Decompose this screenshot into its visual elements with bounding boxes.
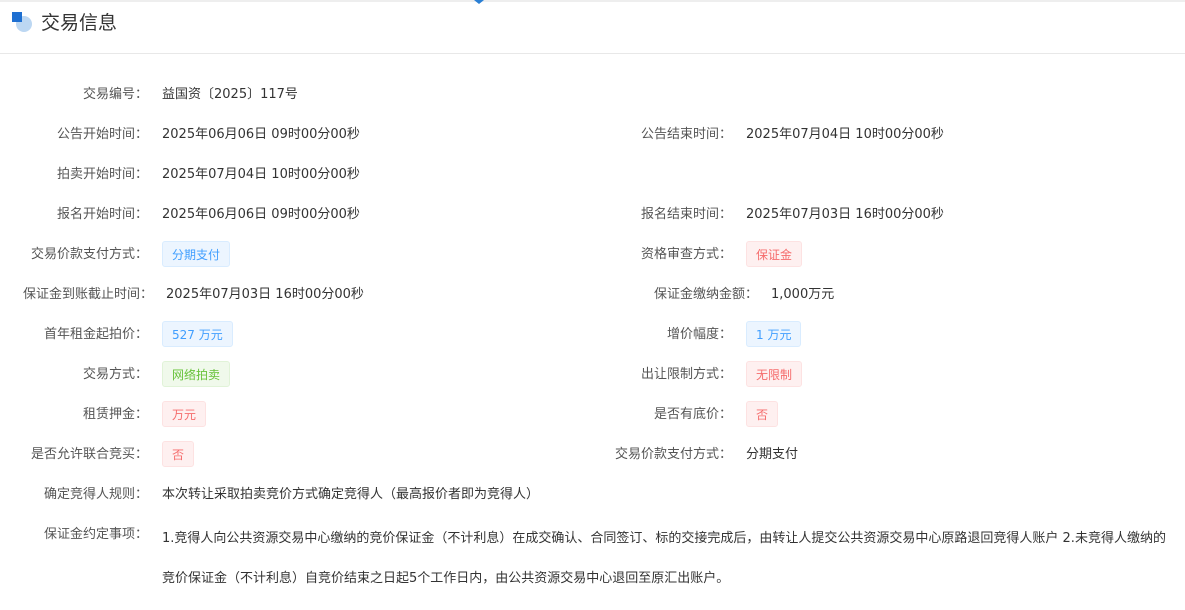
increment-label: 增价幅度：	[666, 327, 732, 342]
deposit-amount-label: 保证金缴纳金额：	[653, 287, 758, 302]
notice-end-value: 2025年07月04日 10时00分00秒	[746, 127, 944, 142]
payment-method-label: 交易价款支付方式：	[30, 247, 148, 262]
deposit-terms-label: 保证金约定事项：	[43, 527, 148, 542]
qualification-method-label: 资格审查方式：	[640, 247, 732, 262]
first-year-rent-label: 首年租金起拍价：	[43, 327, 148, 342]
first-year-rent-tag: 527 万元	[162, 321, 233, 347]
joint-bid-label: 是否允许联合竞买：	[30, 447, 148, 462]
deposit-deadline-label: 保证金到账截止时间：	[22, 287, 153, 302]
row-payment-qualification: 交易价款支付方式： 分期支付 资格审查方式： 保证金	[0, 240, 1185, 270]
signup-end-value: 2025年07月03日 16时00分00秒	[746, 207, 944, 222]
payment-method-2-value: 分期支付	[746, 447, 799, 462]
row-rent-increment: 首年租金起拍价： 527 万元 增价幅度： 1 万元	[0, 320, 1185, 350]
reserve-price-label: 是否有底价：	[653, 407, 732, 422]
row-signup-time: 报名开始时间： 2025年06月06日 09时00分00秒 报名结束时间： 20…	[0, 200, 1185, 230]
notice-start-value: 2025年06月06日 09时00分00秒	[162, 127, 360, 142]
qualification-method-tag: 保证金	[746, 241, 803, 267]
increment-tag: 1 万元	[746, 321, 802, 347]
auction-start-value: 2025年07月04日 10时00分00秒	[162, 167, 360, 182]
trade-no-value: 益国资〔2025〕117号	[162, 87, 298, 102]
transfer-limit-tag: 无限制	[746, 361, 803, 387]
signup-start-value: 2025年06月06日 09时00分00秒	[162, 207, 360, 222]
section-header: 交易信息	[0, 2, 1185, 54]
lease-deposit-label: 租赁押金：	[82, 407, 148, 422]
row-lease-deposit: 租赁押金： 万元 是否有底价： 否	[0, 400, 1185, 430]
row-winner-rule: 确定竞得人规则： 本次转让采取拍卖竞价方式确定竞得人（最高报价者即为竞得人）	[0, 480, 1185, 510]
trade-mode-label: 交易方式：	[82, 367, 148, 382]
joint-bid-tag: 否	[162, 441, 195, 467]
row-auction-start: 拍卖开始时间： 2025年07月04日 10时00分00秒	[0, 160, 1185, 190]
lease-deposit-tag: 万元	[162, 401, 207, 427]
section-icon	[12, 12, 34, 34]
winner-rule-label: 确定竞得人规则：	[43, 487, 148, 502]
section-title: 交易信息	[41, 12, 118, 34]
winner-rule-value: 本次转让采取拍卖竞价方式确定竞得人（最高报价者即为竞得人）	[162, 487, 540, 502]
row-joint-bid: 是否允许联合竞买： 否 交易价款支付方式： 分期支付	[0, 440, 1185, 470]
notice-end-label: 公告结束时间：	[640, 127, 732, 142]
payment-method-2-label: 交易价款支付方式：	[614, 447, 732, 462]
signup-start-label: 报名开始时间：	[56, 207, 148, 222]
row-notice-time: 公告开始时间： 2025年06月06日 09时00分00秒 公告结束时间： 20…	[0, 120, 1185, 150]
trade-mode-tag: 网络拍卖	[162, 361, 231, 387]
signup-end-label: 报名结束时间：	[640, 207, 732, 222]
reserve-price-tag: 否	[746, 401, 779, 427]
transfer-limit-label: 出让限制方式：	[640, 367, 732, 382]
payment-method-tag: 分期支付	[162, 241, 231, 267]
deposit-amount-value: 1,000万元	[771, 287, 835, 302]
auction-start-label: 拍卖开始时间：	[56, 167, 148, 182]
row-trade-mode: 交易方式： 网络拍卖 出让限制方式： 无限制	[0, 360, 1185, 390]
notice-start-label: 公告开始时间：	[56, 127, 148, 142]
deposit-deadline-value: 2025年07月03日 16时00分00秒	[166, 287, 364, 302]
row-deposit: 保证金到账截止时间： 2025年07月03日 16时00分00秒 保证金缴纳金额…	[0, 280, 1185, 310]
row-trade-no: 交易编号： 益国资〔2025〕117号	[0, 80, 1185, 110]
trade-no-label: 交易编号：	[82, 87, 148, 102]
deposit-terms-text: 1.竞得人向公共资源交易中心缴纳的竞价保证金（不计利息）在成交确认、合同签订、标…	[162, 531, 1166, 586]
